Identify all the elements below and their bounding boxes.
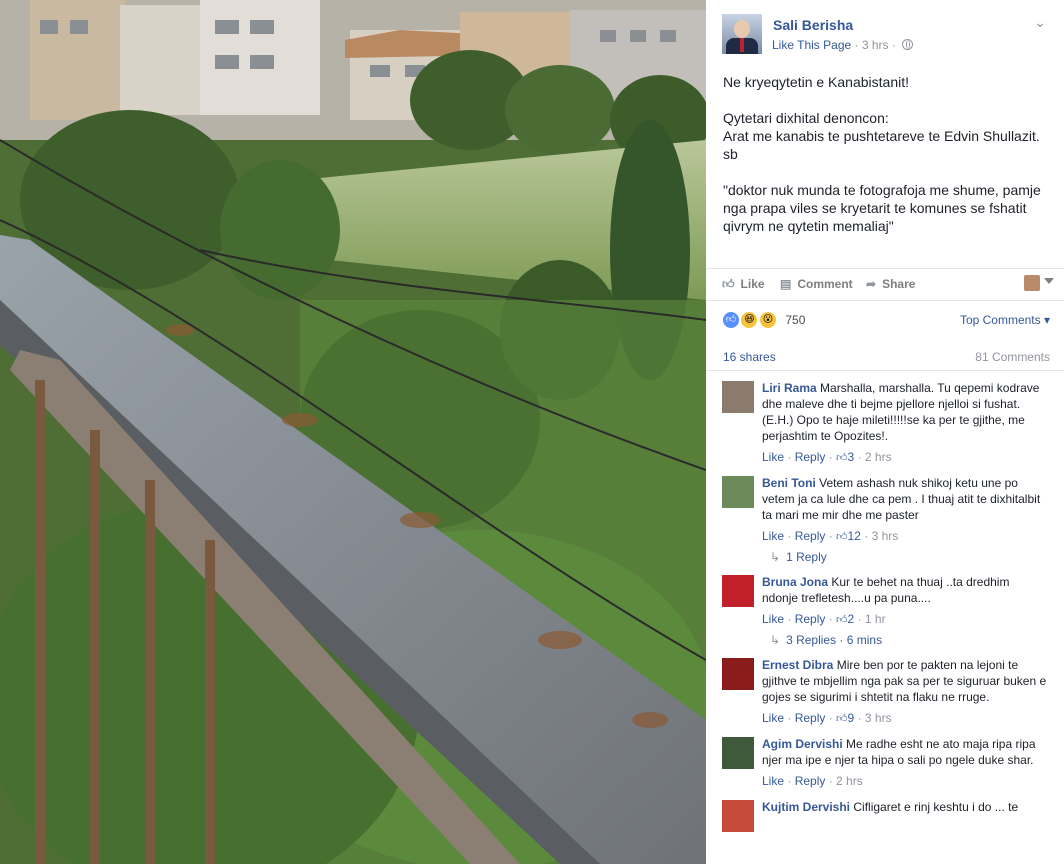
avatar[interactable] bbox=[722, 476, 754, 508]
comment: Beni Toni Vetem ashash nuk shikoj ketu u… bbox=[706, 470, 1064, 569]
comment: Bruna Jona Kur te behet na thuaj ..ta dr… bbox=[706, 569, 1064, 652]
post-panel: Sali Berisha Like This Page · 3 hrs · ⌄ … bbox=[706, 0, 1064, 864]
divider bbox=[706, 370, 1064, 371]
reply-arrow-icon: ↳ bbox=[770, 633, 781, 647]
balcony-photo bbox=[0, 0, 706, 864]
page-avatar[interactable] bbox=[722, 14, 762, 54]
reaction-count: 750 bbox=[785, 313, 806, 327]
comment: Ernest Dibra Mire ben por te pakten na l… bbox=[706, 652, 1064, 727]
commenter-name[interactable]: Agim Dervishi bbox=[762, 737, 843, 751]
like-reaction-icon: 👍︎ bbox=[722, 311, 740, 329]
comment-time[interactable]: 1 hr bbox=[865, 612, 886, 626]
viewer-avatar[interactable] bbox=[1024, 275, 1040, 291]
comment-footer: Like · Reply · 👍︎3 · 2 hrs bbox=[762, 448, 1048, 466]
post-paragraph: Qytetari dixhital denoncon: Arat me kana… bbox=[723, 110, 1040, 162]
wow-reaction-icon: 😮︎ bbox=[758, 311, 777, 329]
comment-time[interactable]: 3 hrs bbox=[872, 529, 899, 543]
comment-like-count[interactable]: 9 bbox=[848, 711, 855, 725]
top-comments-dropdown[interactable]: Top Comments ▾ bbox=[960, 313, 1050, 327]
comment-text: Cifligaret e rinj keshtu i do ... te bbox=[853, 800, 1019, 814]
thumb-icon[interactable]: 👍︎ bbox=[836, 449, 848, 467]
thumb-icon[interactable]: 👍︎ bbox=[836, 710, 848, 728]
comments-count[interactable]: 81 Comments bbox=[975, 350, 1050, 364]
reply-arrow-icon: ↳ bbox=[770, 550, 781, 564]
like-button[interactable]: 👍︎ Like bbox=[722, 277, 765, 292]
comment-like-link[interactable]: Like bbox=[762, 612, 784, 626]
like-page-link[interactable]: Like This Page bbox=[772, 38, 851, 52]
avatar[interactable] bbox=[722, 800, 754, 832]
post-actions: 👍︎ Like ▤ Comment ➦ Share bbox=[706, 268, 1064, 301]
post-meta: Like This Page · 3 hrs · bbox=[772, 38, 914, 52]
haha-reaction-icon: 😆︎ bbox=[740, 311, 759, 329]
post-paragraph: "doktor nuk munda te fotografoja me shum… bbox=[723, 182, 1041, 234]
commenter-name[interactable]: Beni Toni bbox=[762, 476, 816, 490]
share-icon: ➦ bbox=[866, 277, 877, 291]
view-replies-link[interactable]: ↳ 1 Reply bbox=[762, 545, 1048, 569]
comment-button[interactable]: ▤ Comment bbox=[780, 277, 853, 291]
chevron-down-icon[interactable]: ⌄ bbox=[1034, 14, 1046, 31]
like-icon: 👍︎ bbox=[722, 277, 735, 291]
post-photo[interactable] bbox=[0, 0, 706, 864]
comment-like-link[interactable]: Like bbox=[762, 529, 784, 543]
comment-time[interactable]: 3 hrs bbox=[865, 711, 892, 725]
avatar[interactable] bbox=[722, 575, 754, 607]
post-paragraph: Ne kryeqytetin e Kanabistanit! bbox=[723, 74, 909, 90]
comment-like-link[interactable]: Like bbox=[762, 450, 784, 464]
thumb-icon[interactable]: 👍︎ bbox=[836, 528, 848, 546]
comment-reply-link[interactable]: Reply bbox=[795, 529, 826, 543]
commenter-name[interactable]: Bruna Jona bbox=[762, 575, 828, 589]
comment-reply-link[interactable]: Reply bbox=[795, 450, 826, 464]
commenter-name[interactable]: Kujtim Dervishi bbox=[762, 800, 850, 814]
globe-icon bbox=[902, 39, 914, 50]
comment-like-count[interactable]: 3 bbox=[848, 450, 855, 464]
comments-list: Liri Rama Marshalla, marshalla. Tu qepem… bbox=[706, 375, 1064, 832]
commenter-name[interactable]: Ernest Dibra bbox=[762, 658, 833, 672]
share-button[interactable]: ➦ Share bbox=[866, 277, 915, 291]
comment-reply-link[interactable]: Reply bbox=[795, 774, 826, 788]
view-replies-link[interactable]: ↳ 3 Replies · 6 mins bbox=[762, 628, 1048, 652]
page-name[interactable]: Sali Berisha bbox=[773, 17, 853, 33]
comment-footer: Like · Reply · 👍︎9 · 3 hrs bbox=[762, 709, 1048, 727]
comment-reply-link[interactable]: Reply bbox=[795, 711, 826, 725]
shares-link[interactable]: 16 shares bbox=[723, 350, 776, 364]
comment-time[interactable]: 2 hrs bbox=[865, 450, 892, 464]
reactions[interactable]: 👍︎ 😆︎ 😮︎ 750 bbox=[722, 311, 805, 329]
comment: Liri Rama Marshalla, marshalla. Tu qepem… bbox=[706, 375, 1064, 466]
comment-like-link[interactable]: Like bbox=[762, 774, 784, 788]
avatar[interactable] bbox=[722, 737, 754, 769]
comment-like-count[interactable]: 12 bbox=[848, 529, 861, 543]
avatar[interactable] bbox=[722, 658, 754, 690]
comment-like-count[interactable]: 2 bbox=[848, 612, 855, 626]
post-time[interactable]: 3 hrs bbox=[862, 38, 889, 52]
avatar[interactable] bbox=[722, 381, 754, 413]
thumb-icon[interactable]: 👍︎ bbox=[836, 611, 848, 629]
caret-down-icon[interactable] bbox=[1044, 278, 1054, 284]
comment-footer: Like · Reply · 👍︎2 · 1 hr bbox=[762, 610, 1048, 628]
comment-reply-link[interactable]: Reply bbox=[795, 612, 826, 626]
comment-like-link[interactable]: Like bbox=[762, 711, 784, 725]
comment-footer: Like · Reply · 2 hrs bbox=[762, 774, 863, 788]
post-header: Sali Berisha Like This Page · 3 hrs · ⌄ bbox=[706, 0, 1064, 62]
comment-icon: ▤ bbox=[780, 277, 792, 291]
comment: Agim Dervishi Me radhe esht ne ato maja … bbox=[706, 731, 1064, 790]
post-text: Ne kryeqytetin e Kanabistanit! Qytetari … bbox=[723, 73, 1053, 253]
comment: Kujtim Dervishi Cifligaret e rinj keshtu… bbox=[706, 794, 1064, 832]
commenter-name[interactable]: Liri Rama bbox=[762, 381, 817, 395]
comment-footer: Like · Reply · 👍︎12 · 3 hrs bbox=[762, 527, 1048, 545]
comment-time[interactable]: 2 hrs bbox=[836, 774, 863, 788]
